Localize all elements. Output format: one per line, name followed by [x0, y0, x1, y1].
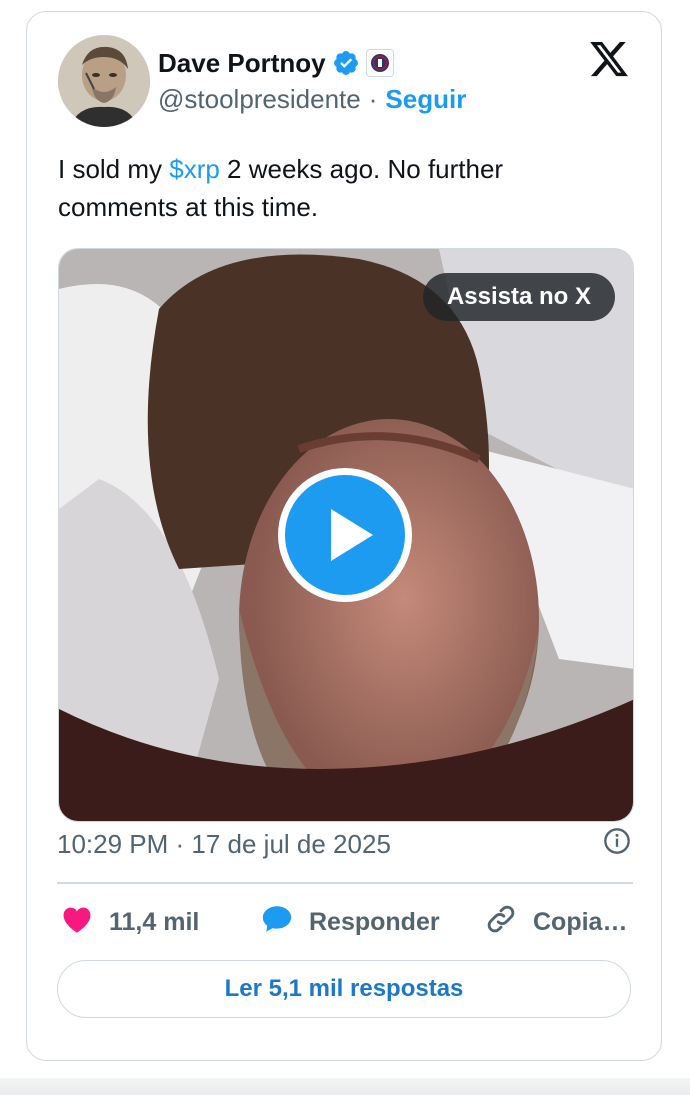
copy-link-button[interactable]: Copia…	[483, 902, 627, 943]
barstool-affiliate-icon[interactable]	[365, 49, 394, 77]
avatar[interactable]	[58, 35, 150, 127]
video-media[interactable]: Assista no X	[58, 248, 634, 822]
reply-bubble-icon	[259, 902, 295, 943]
x-logo-icon[interactable]	[587, 38, 631, 80]
info-icon[interactable]	[603, 827, 631, 862]
watch-on-x-button[interactable]: Assista no X	[422, 273, 615, 321]
cashtag-link[interactable]: $xrp	[169, 154, 220, 184]
link-icon	[483, 902, 519, 943]
tweet-meta: 10:29 PM · 17 de jul de 2025	[57, 826, 631, 862]
play-icon	[285, 475, 405, 595]
play-button[interactable]	[278, 468, 412, 602]
page-bottom-edge	[0, 1078, 690, 1095]
tweet-text-start: I sold my	[58, 154, 170, 184]
like-button[interactable]: 11,4 mil	[59, 902, 259, 943]
tweet-actions: 11,4 mil Responder Copia…	[59, 900, 635, 944]
reply-label: Responder	[309, 907, 440, 936]
like-count: 11,4 mil	[109, 907, 200, 936]
avatar-photo	[58, 35, 150, 127]
copy-link-label: Copia…	[533, 907, 628, 936]
reply-button[interactable]: Responder	[259, 902, 483, 943]
heart-icon	[59, 902, 95, 943]
divider	[57, 882, 633, 884]
author-name-row: Dave Portnoy	[158, 46, 394, 80]
timestamp-link[interactable]: 10:29 PM · 17 de jul de 2025	[57, 829, 391, 860]
author-name[interactable]: Dave Portnoy	[158, 48, 326, 79]
tweet-text: I sold my $xrp 2 weeks ago. No further c…	[58, 150, 618, 226]
separator-dot: ·	[368, 84, 378, 114]
verified-badge-icon	[332, 49, 360, 77]
follow-button[interactable]: Seguir	[385, 84, 466, 115]
read-replies-button[interactable]: Ler 5,1 mil respostas	[57, 960, 631, 1018]
author-handle-row: @stoolpresidente · Seguir	[158, 84, 466, 115]
author-handle[interactable]: @stoolpresidente	[158, 84, 361, 115]
